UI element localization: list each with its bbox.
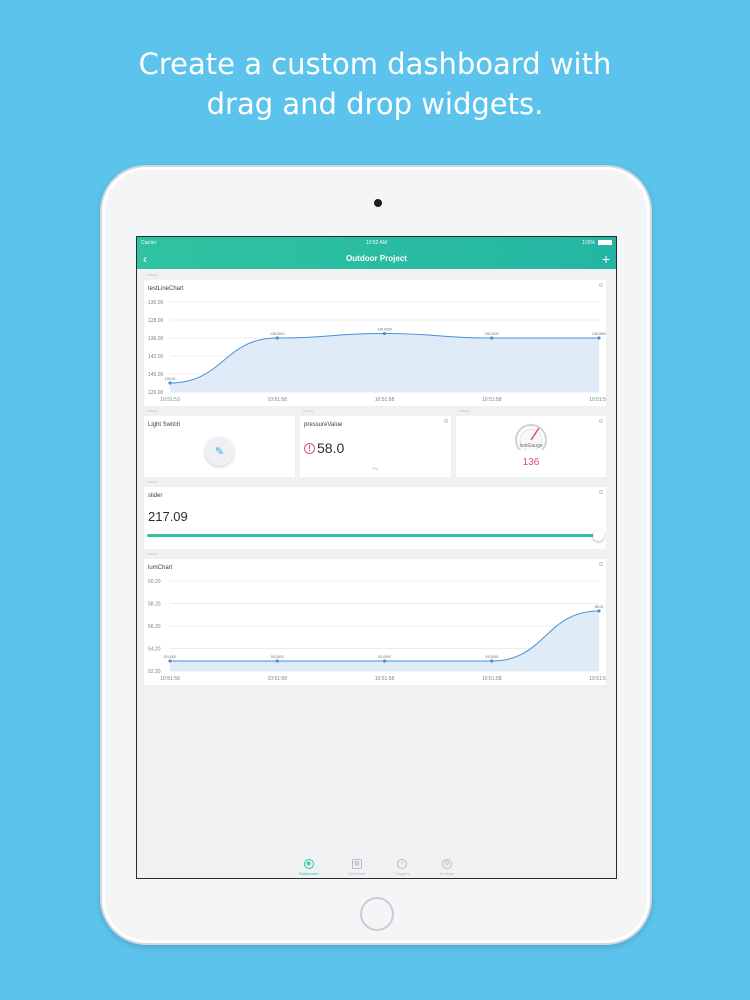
data-point: [382, 659, 387, 663]
y-tick-label: 54.20: [148, 647, 161, 653]
series-area: [170, 333, 599, 392]
info-icon: !: [304, 442, 315, 454]
x-tick-label: 10:51:58: [375, 397, 395, 403]
light-switch-button[interactable]: ✎: [205, 437, 234, 466]
data-label: 53.0000: [485, 655, 498, 659]
bulb-icon: ✎: [214, 446, 225, 458]
y-tick-label: 52.20: [148, 669, 161, 675]
data-label: 138.0022: [270, 332, 285, 336]
data-label: 53.0000: [164, 655, 177, 659]
widget-settings-icon[interactable]: [599, 419, 603, 423]
gauge-value: 136: [522, 457, 540, 468]
value-number: 58.0: [317, 440, 345, 456]
x-tick-label: 10:51:58: [268, 397, 288, 403]
widget-tag: S.Rvout: [147, 409, 158, 413]
value-display: ! 58.0: [304, 440, 344, 456]
tab-settings[interactable]: ⚙ Settings: [439, 858, 455, 876]
y-tick-label: 126.00: [148, 390, 164, 396]
y-tick-label: 145.00: [148, 372, 164, 378]
x-tick-label: 10:51:53: [160, 397, 180, 403]
x-tick-label: 10:51:58: [589, 397, 606, 403]
status-time: 10:52 AM: [365, 239, 388, 246]
x-tick-label: 10:51:58: [375, 676, 395, 682]
status-bar: Carrier 10:52 AM 100%: [137, 237, 616, 248]
x-tick-label: 10:51:58: [482, 397, 502, 403]
headline: Create a custom dashboard with drag and …: [0, 44, 750, 124]
lum-chart-widget[interactable]: lumChart 60.20 58.20 56.20 54.20 52.20 10:51:…: [144, 559, 606, 685]
y-tick-label: 60.20: [148, 579, 161, 585]
line-chart-widget[interactable]: testLineChart 130.00 128.00 136.00 142.00 14…: [144, 280, 606, 406]
widget-title: pressureValue: [304, 422, 343, 428]
data-label: 58.00: [595, 605, 604, 609]
y-tick-label: 142.00: [148, 354, 164, 360]
y-tick-label: 56.20: [148, 624, 161, 630]
x-tick-label: 10:51:58: [268, 676, 288, 682]
data-label: 53.0000: [378, 655, 391, 659]
x-tick-label: 10:51:58: [482, 676, 502, 682]
home-button[interactable]: [360, 897, 394, 931]
y-tick-label: 130.00: [148, 300, 164, 306]
data-label: 138.0022: [484, 332, 499, 336]
x-tick-label: 10:51:58: [589, 676, 606, 682]
data-point: [382, 331, 387, 336]
widget-title: Light Switch: [148, 422, 181, 428]
widget-title: slider: [148, 493, 163, 499]
switch-widget[interactable]: Light Switch ✎: [144, 416, 295, 477]
app-screen: Carrier 10:52 AM 100% ‹ Outdoor Project …: [136, 236, 617, 879]
data-point: [490, 336, 494, 340]
camera-icon: [374, 199, 382, 207]
data-point: [490, 659, 494, 663]
data-label: 138.0000: [592, 332, 606, 336]
value-widget[interactable]: pressureValue ! 58.0 Psi: [300, 416, 451, 477]
tab-label: Schedule: [348, 870, 366, 876]
page-title: Outdoor Project: [346, 254, 407, 263]
dashboard-icon: ◉: [303, 858, 314, 869]
tab-dashboard[interactable]: ◉ Dashboard: [298, 858, 319, 876]
tab-label: Triggers: [395, 870, 410, 876]
app-header: Carrier 10:52 AM 100% ‹ Outdoor Project …: [137, 237, 616, 269]
ipad-frame: Carrier 10:52 AM 100% ‹ Outdoor Project …: [100, 165, 652, 945]
slider-value: 217.09: [148, 509, 188, 524]
gauge-widget[interactable]: testGauge 136: [456, 416, 606, 477]
calendar-icon: ▦: [351, 858, 362, 869]
slider-widget[interactable]: slider 217.09: [144, 487, 606, 549]
tab-triggers[interactable]: + Triggers: [395, 858, 410, 876]
tab-bar: ◉ Dashboard ▦ Schedule + Triggers ⚙ Sett…: [137, 856, 616, 878]
data-point: [168, 381, 172, 385]
nav-bar: ‹ Outdoor Project +: [137, 248, 616, 269]
widget-tag: S.Rvout: [459, 409, 470, 413]
data-point: [275, 659, 279, 663]
data-label: 138.0000: [377, 328, 392, 332]
widget-tag: S.Rvout: [147, 273, 158, 277]
plus-circle-icon: +: [397, 858, 408, 869]
data-point: [168, 659, 172, 663]
data-point: [275, 336, 279, 340]
y-tick-label: 128.00: [148, 318, 164, 324]
widget-settings-icon[interactable]: [599, 490, 603, 494]
data-label: 128.00: [165, 377, 176, 381]
data-point: [597, 336, 601, 340]
line-chart: 130.00128.00136.00142.00145.00126.0010:5…: [148, 300, 606, 403]
headline-line-1: Create a custom dashboard with: [138, 47, 612, 81]
value-unit: Psi: [372, 466, 379, 471]
slider-handle[interactable]: [593, 530, 604, 541]
headline-line-2: drag and drop widgets.: [206, 87, 544, 121]
widget-tag: S.Rvout: [147, 480, 158, 484]
widget-tag: S.Rvout: [147, 552, 158, 556]
tab-label: Dashboard: [298, 870, 319, 876]
slider-track[interactable]: [147, 534, 596, 537]
y-tick-label: 136.00: [148, 336, 164, 342]
lum-chart: 60.2058.2056.2054.2052.2010:51:58 10:51:5…: [148, 579, 606, 682]
tab-schedule[interactable]: ▦ Schedule: [348, 858, 366, 876]
data-label: 53.0000: [271, 655, 284, 659]
gauge-label: testGauge: [519, 443, 543, 449]
widget-settings-icon[interactable]: [444, 419, 448, 423]
tab-label: Settings: [439, 870, 455, 876]
gear-icon: ⚙: [441, 858, 452, 869]
data-point: [597, 609, 601, 613]
y-tick-label: 58.20: [148, 602, 161, 608]
x-tick-label: 10:51:58: [160, 676, 180, 682]
widget-tag: S.Rvout: [303, 409, 314, 413]
